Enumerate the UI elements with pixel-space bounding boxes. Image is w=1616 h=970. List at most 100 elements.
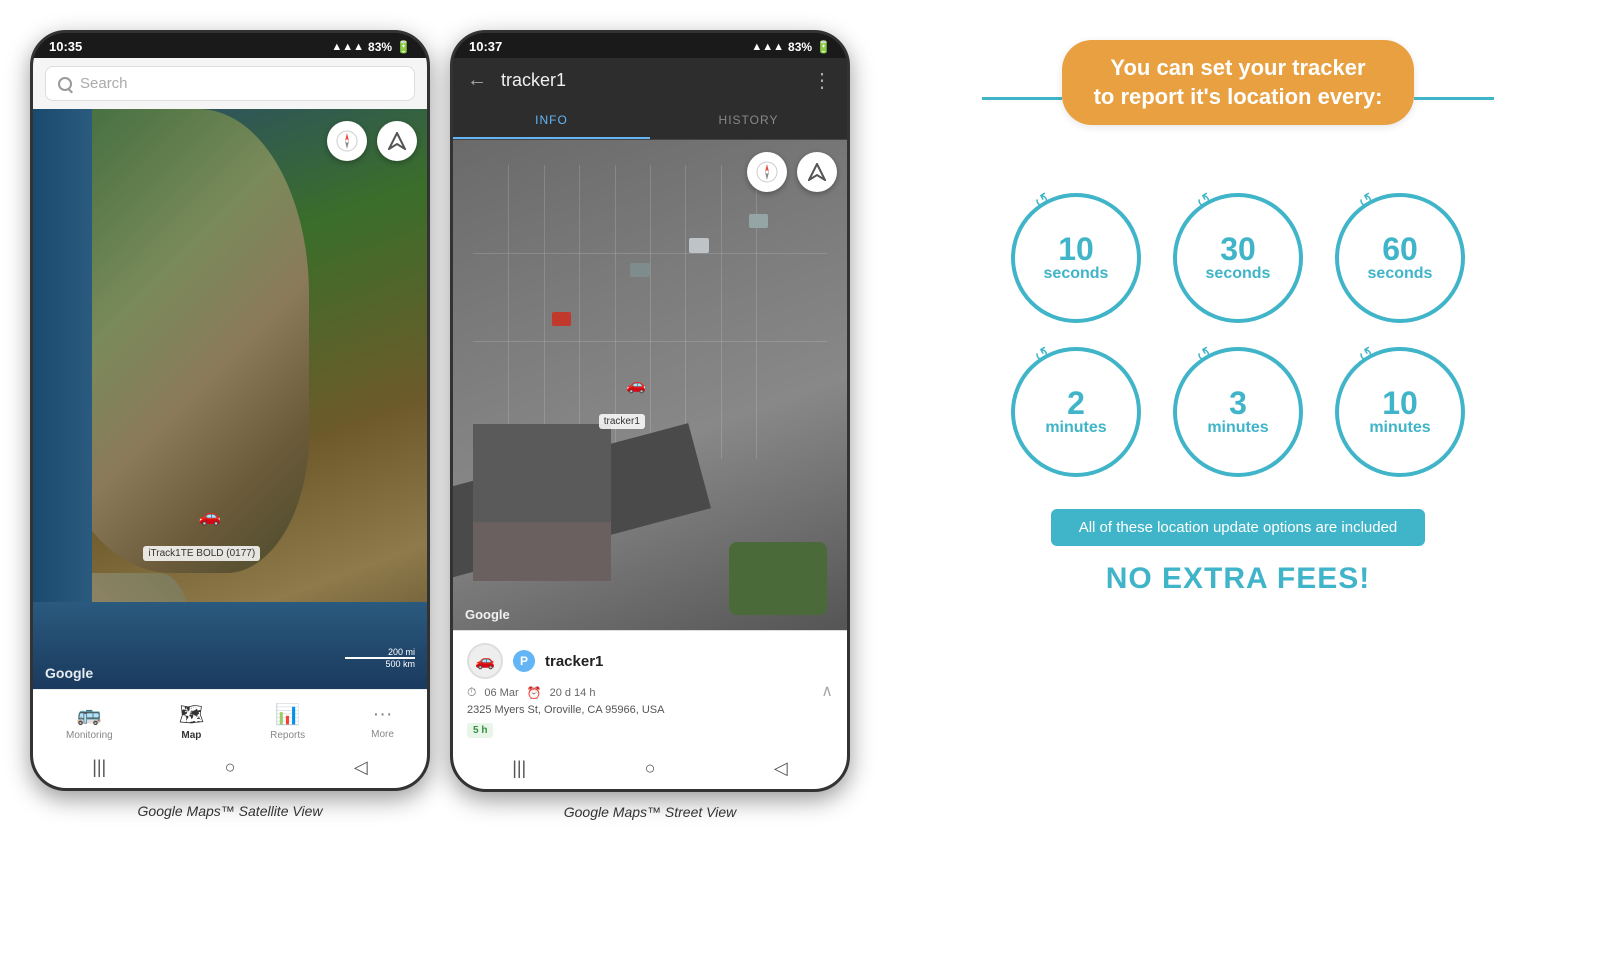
banner-line-right [1414,97,1494,100]
circle-arrow-3: ↺ [1355,189,1379,215]
phone1-search-bar[interactable]: Search [45,66,415,101]
search-input[interactable]: Search [80,75,128,92]
banner-line-left [982,97,1062,100]
circle-number-6: 10 [1382,387,1418,419]
headline-banner: You can set your trackerto report it's l… [1062,40,1415,125]
circles-grid: ↺ 10 seconds ↺ 30 seconds ↺ 60 seconds ↺… [1011,193,1465,477]
phone1-bottom-nav: 🚌 Monitoring 🗺 Map 📊 Reports ··· More [33,689,427,749]
circle-number-2: 30 [1220,233,1256,265]
nav-label-map: Map [181,730,201,741]
phone2-map[interactable]: 🚗 tracker1 Google [453,140,847,630]
parking-lot-bg [453,140,847,630]
phone1-status-bar: 10:35 ▲▲▲ 83% 🔋 [33,33,427,58]
phone2-time: 10:37 [469,39,502,54]
phone2-header: ← tracker1 ⋮ [453,58,847,103]
back-arrow-icon[interactable]: ← [467,69,487,92]
tracker-p-badge: P [513,650,535,672]
clock-icon: ⏱ [467,685,476,700]
navigate-button[interactable] [377,121,417,161]
phone1-signal: ▲▲▲ [331,41,364,53]
tracker-car-2: 🚗 [626,375,646,395]
circle-number-4: 2 [1067,387,1085,419]
compass-button[interactable] [327,121,367,161]
phone1-mockup: 10:35 ▲▲▲ 83% 🔋 Search [30,30,430,791]
scale-text-miles: 200 mi [388,647,415,657]
circle-unit-5: minutes [1207,419,1268,437]
circle-10sec: ↺ 10 seconds [1011,193,1141,323]
tracker-info-inner: 🚗 P tracker1 ∧ ⏱ 06 Mar ⏰ 20 d 14 h 2325… [467,643,833,738]
android-back-btn[interactable]: ||| [92,757,106,778]
nav-item-monitoring[interactable]: 🚌 Monitoring [56,698,123,745]
phone2-tabs: INFO HISTORY [453,103,847,140]
phone1-time: 10:35 [49,39,82,54]
phone2-battery: 83% [788,40,812,54]
phone1-search-container: Search [33,58,427,109]
tracker-name: tracker1 [545,653,603,670]
time-badge: 5 h [467,723,493,738]
phone1-android-nav: ||| ○ ◁ [33,749,427,788]
banner-row: You can set your trackerto report it's l… [890,40,1586,157]
android-recents-btn[interactable]: ◁ [354,757,368,778]
circle-60sec: ↺ 60 seconds [1335,193,1465,323]
info-graphic-panel: You can set your trackerto report it's l… [870,0,1616,626]
nav-item-more[interactable]: ··· More [361,699,404,744]
nav-label-more: More [371,729,394,740]
reports-icon: 📊 [275,702,300,727]
google-watermark: Google [45,665,93,681]
navigate-button-2[interactable] [797,152,837,192]
timer-icon: ⏰ [527,686,542,700]
phone1-battery-icon: 🔋 [396,40,411,54]
phone2-mockup: 10:37 ▲▲▲ 83% 🔋 ← tracker1 ⋮ INFO HI [450,30,850,792]
tracker-label-2: tracker1 [599,414,645,429]
more-icon: ··· [373,703,393,726]
compass-button-2[interactable] [747,152,787,192]
tracker-meta-row: ⏱ 06 Mar ⏰ 20 d 14 h [467,685,833,700]
tracker-address: 2325 Myers St, Oroville, CA 95966, USA [467,704,833,716]
menu-dots-icon[interactable]: ⋮ [812,68,833,93]
google-watermark-2: Google [465,607,510,622]
tab-history[interactable]: HISTORY [650,103,847,139]
circle-number-3: 60 [1382,233,1418,265]
tracker-info-header: 🚗 P tracker1 ∧ [467,643,833,679]
nav-item-reports[interactable]: 📊 Reports [260,698,315,745]
circle-10min: ↺ 10 minutes [1335,347,1465,477]
nav-label-reports: Reports [270,730,305,741]
tracker-car-icon: 🚗 [467,643,503,679]
phone2-battery-icon: 🔋 [816,40,831,54]
scale-bar: 200 mi 500 km [345,647,415,669]
tab-info[interactable]: INFO [453,103,650,139]
android-home-btn[interactable]: ○ [225,757,236,778]
no-fees-text: NO EXTRA FEES! [1106,562,1371,596]
phone1-caption: Google Maps™ Satellite View [138,791,323,819]
phone2-status-bar: 10:37 ▲▲▲ 83% 🔋 [453,33,847,58]
scale-text-km: 500 km [385,659,415,669]
satellite-map-bg: 🚗 iTrack1TE BOLD (0177) Google 200 mi 50… [33,109,427,689]
circle-arrow-2: ↺ [1193,189,1217,215]
tracker-date: 06 Mar [484,687,518,699]
android2-back-btn[interactable]: ||| [512,758,526,779]
monitoring-icon: 🚌 [77,702,102,727]
circle-30sec: ↺ 30 seconds [1173,193,1303,323]
android2-home-btn[interactable]: ○ [645,758,656,779]
circle-arrow-1: ↺ [1031,189,1055,215]
circle-number-5: 3 [1229,387,1247,419]
circle-unit-6: minutes [1369,419,1430,437]
phone1-map[interactable]: 🚗 iTrack1TE BOLD (0177) Google 200 mi 50… [33,109,427,689]
header-title: tracker1 [501,70,798,91]
android2-recents-btn[interactable]: ◁ [774,758,788,779]
panel-expand-icon[interactable]: ∧ [821,681,833,701]
phone2-android-nav: ||| ○ ◁ [453,750,847,789]
tracker-duration: 20 d 14 h [550,687,596,699]
circle-unit-3: seconds [1368,265,1433,283]
included-banner: All of these location update options are… [1051,509,1426,546]
tracker-pin: 🚗 [198,506,220,527]
phone1-battery: 83% [368,40,392,54]
circle-3min: ↺ 3 minutes [1173,347,1303,477]
nav-label-monitoring: Monitoring [66,730,113,741]
circle-arrow-4: ↺ [1031,343,1055,369]
included-text: All of these location update options are… [1079,519,1398,536]
tracker-info-panel: 🚗 P tracker1 ∧ ⏱ 06 Mar ⏰ 20 d 14 h 2325… [453,630,847,750]
circle-arrow-5: ↺ [1193,343,1217,369]
tracker-label: iTrack1TE BOLD (0177) [143,546,260,561]
nav-item-map[interactable]: 🗺 Map [169,698,214,745]
